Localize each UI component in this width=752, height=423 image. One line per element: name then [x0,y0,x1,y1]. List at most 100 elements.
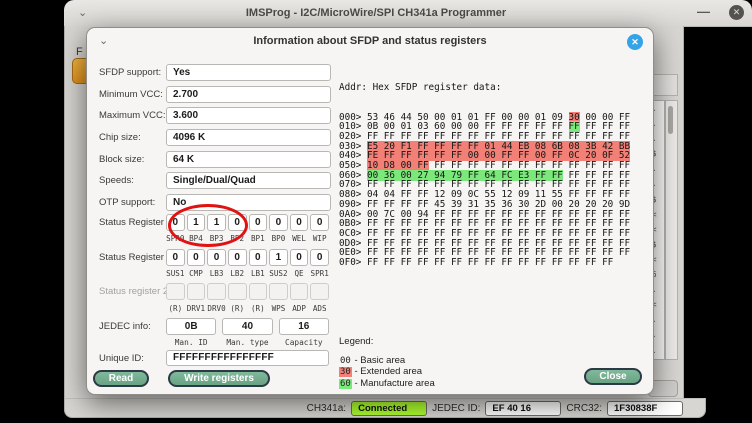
info-field-row: Block size: 64 K [99,151,329,168]
info-field-row: OTP support: No [99,194,329,211]
bit-name: BP1 [249,234,268,243]
legend-code: 00 [339,356,352,366]
bit-box[interactable]: 0 [187,249,206,266]
bit-name: SUS2 [269,269,288,278]
hex-row: 0F0> FF FF FF FF FF FF FF FF FF FF FF FF… [339,258,630,268]
bit-name: SUS1 [166,269,185,278]
jedec-value-box[interactable]: 16 [279,318,329,335]
bit-box [310,283,329,300]
read-button[interactable]: Read [93,370,149,387]
legend-title: Legend: [339,336,435,347]
info-field-row: Chip size: 4096 K [99,129,329,146]
status-register-2-bits [166,283,329,300]
device-status-badge: Connected [351,401,427,416]
field-label: Maximum VCC: [99,110,166,121]
field-value-input[interactable]: Single/Dual/Quad [166,172,331,189]
bit-box[interactable]: 1 [207,214,226,231]
jedec-value-box[interactable]: 0B [166,318,216,335]
sfdp-info-dialog: ⌄ Information about SFDP and status regi… [86,27,654,395]
bit-box[interactable]: 0 [290,214,309,231]
file-menu-fragment[interactable]: F [76,46,83,58]
bit-name: LB3 [207,269,226,278]
field-label: Minimum VCC: [99,89,163,100]
status-register-0-label: Status Register 0 [99,217,172,228]
field-value-input[interactable]: 4096 K [166,129,331,146]
bit-name: BP2 [228,234,247,243]
crc32-label: CRC32: [566,403,602,414]
bit-name: BP4 [187,234,206,243]
screen: ⌄ IMSProg - I2C/MicroWire/SPI CH341a Pro… [0,0,752,423]
crc32-value[interactable]: 1F30838F [607,401,683,416]
info-field-row: Minimum VCC:2.700 [99,86,329,103]
field-value-input[interactable]: 64 K [166,151,331,168]
jedec-value-names: Man. IDMan. typeCapacity [166,338,329,347]
jedec-name: Man. type [222,338,272,347]
jedec-name: Man. ID [166,338,216,347]
status-register-1-bits: 00000100 [166,249,329,266]
bit-box[interactable]: 0 [166,214,185,231]
bit-box[interactable]: 0 [166,249,185,266]
legend-item: 00 - Basic area [339,355,435,366]
bit-box[interactable]: 0 [249,249,268,266]
bit-box[interactable]: 0 [249,214,268,231]
scrollbar-thumb[interactable] [668,106,673,134]
bit-name: QE [290,269,309,278]
legend-item: 30 - Extended area [339,366,435,377]
status-register-1-label: Status Register 1 [99,252,172,263]
bit-name: DRV0 [207,304,226,313]
bit-name: DRV1 [187,304,206,313]
bit-box[interactable]: 0 [207,249,226,266]
bit-box [269,283,288,300]
legend-code: 30 [339,367,352,377]
vertical-scrollbar[interactable] [665,100,678,360]
bit-box [187,283,206,300]
legend: Legend: 00 - Basic area30 - Extended are… [339,336,435,389]
bit-box [166,283,185,300]
status-register-0-bit-names: SPR0BP4BP3BP2BP1BP0WELWIP [166,234,329,243]
chip-info-fields: SFDP support:YesMinimum VCC:2.700Maximum… [99,64,329,216]
close-button[interactable]: Close [584,368,642,385]
field-value-input[interactable]: Yes [166,64,331,81]
status-register-2-bit-names: (R)DRV1DRV0(R)(R)WPSADPADS [166,304,329,313]
bit-name: LB1 [249,269,268,278]
status-register-0-bits: 01100000 [166,214,329,231]
bit-box[interactable]: 0 [228,214,247,231]
bit-box[interactable]: 0 [290,249,309,266]
jedec-id-value[interactable]: EF 40 16 [485,401,561,416]
bit-name: WEL [290,234,309,243]
minimize-icon[interactable]: — [697,4,710,19]
legend-item: 60 - Manufacture area [339,378,435,389]
field-value-input[interactable]: 3.600 [166,107,331,124]
unique-id-field[interactable]: FFFFFFFFFFFFFFFF [166,350,329,366]
jedec-id-label: JEDEC ID: [432,403,480,414]
main-window-titlebar: ⌄ IMSProg - I2C/MicroWire/SPI CH341a Pro… [64,0,752,27]
bit-box[interactable]: 1 [187,214,206,231]
bit-name: CMP [187,269,206,278]
bit-box[interactable]: 0 [310,249,329,266]
jedec-values: 0B 40 16 [166,318,329,335]
bit-name: (R) [249,304,268,313]
status-register-2-label: Status register 2 [99,286,168,297]
bit-name: WIP [310,234,329,243]
bit-name: LB2 [228,269,247,278]
write-registers-button[interactable]: Write registers [168,370,270,387]
field-value-input[interactable]: No [166,194,331,211]
field-label: Block size: [99,154,144,165]
field-label: Chip size: [99,132,141,143]
jedec-value-box[interactable]: 40 [222,318,272,335]
bit-name: ADS [310,304,329,313]
bit-box[interactable]: 0 [310,214,329,231]
bit-box[interactable]: 0 [228,249,247,266]
info-field-row: SFDP support:Yes [99,64,329,81]
field-label: OTP support: [99,197,155,208]
bit-name: BP3 [207,234,226,243]
bit-box [228,283,247,300]
field-value-input[interactable]: 2.700 [166,86,331,103]
bit-name: WPS [269,304,288,313]
bit-box[interactable]: 0 [269,214,288,231]
info-field-row: Speeds:Single/Dual/Quad [99,172,329,189]
dialog-close-icon[interactable]: ✕ [627,34,643,50]
bit-name: (R) [166,304,185,313]
close-icon[interactable]: ✕ [729,5,744,20]
bit-box[interactable]: 1 [269,249,288,266]
